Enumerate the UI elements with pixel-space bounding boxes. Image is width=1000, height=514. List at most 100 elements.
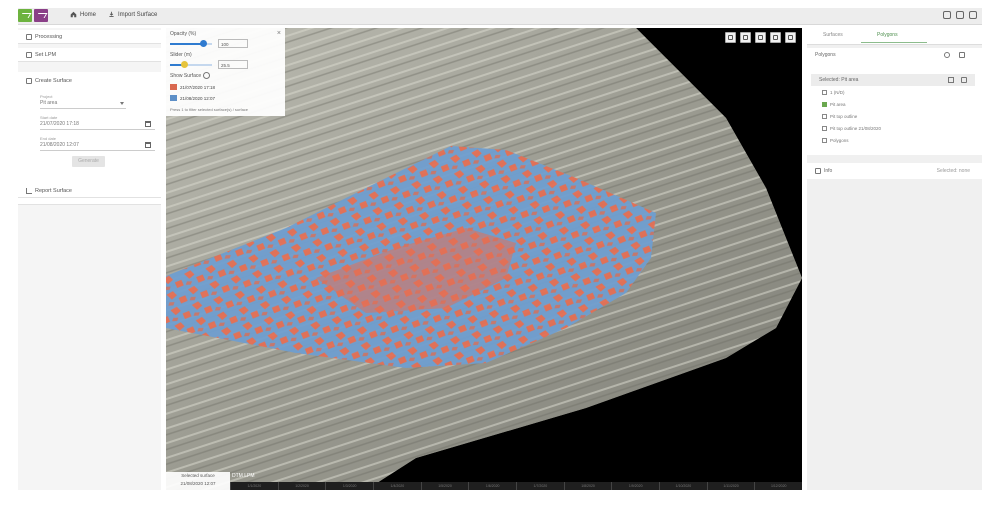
delete-icon[interactable] — [961, 77, 967, 83]
chevron-down-icon — [120, 102, 124, 105]
polygon-item[interactable]: Polygons — [822, 138, 849, 143]
polygon-item[interactable]: Pit top outline — [822, 114, 857, 119]
end-date-field[interactable]: 21/08/2020 12:07 — [40, 140, 155, 151]
selected-polygon-label: Selected: Pit area — [819, 77, 859, 83]
checkbox[interactable] — [822, 138, 827, 143]
polygon-item-label: 1 (N/D) — [830, 90, 845, 95]
create-surface-title: Create Surface — [35, 78, 72, 84]
timeline-label: DTM LPM — [232, 473, 255, 479]
timeline-tick[interactable]: 1/11/2020 — [706, 482, 755, 490]
timeline-tick[interactable]: 1/5/2020 — [420, 482, 469, 490]
home-view-icon[interactable] — [725, 32, 736, 43]
timeline-tick[interactable]: 1/12/2020 — [754, 482, 802, 490]
settings-icon[interactable] — [943, 11, 951, 19]
home-icon — [70, 11, 77, 18]
secondary-logo[interactable] — [34, 9, 48, 22]
calendar-icon[interactable] — [145, 142, 151, 148]
legend-swatch — [170, 95, 177, 101]
left-panel: Processing Set LPM Create Surface Projec… — [18, 28, 161, 490]
opacity-input[interactable]: 100 — [218, 39, 248, 48]
help-icon[interactable] — [956, 11, 964, 19]
tab-surfaces[interactable]: Surfaces — [823, 32, 843, 38]
calendar-icon[interactable] — [145, 121, 151, 127]
right-panel: Surfaces Polygons Polygons Selected: Pit… — [807, 28, 982, 490]
selected-polygon-header[interactable]: Selected: Pit area — [811, 74, 975, 86]
polygons-card: Polygons Selected: Pit area 1 (N/D) Pit … — [807, 48, 982, 155]
report-surface-label: Report Surface — [35, 187, 72, 194]
info-title: Info — [824, 168, 833, 174]
project-value: Pit area — [40, 100, 58, 106]
legend-item-end: 21/08/2020 12:07 — [170, 95, 215, 101]
polygon-item[interactable]: Pit area — [822, 102, 846, 107]
timeline-tick[interactable]: 1/1/2020 — [230, 482, 278, 490]
timeline-tick[interactable]: 1/8/2020 — [563, 482, 612, 490]
nav-home-label: Home — [80, 11, 97, 18]
set-lpm-label: Set LPM — [35, 51, 57, 58]
checkbox[interactable] — [822, 102, 827, 107]
close-icon[interactable]: × — [277, 30, 281, 37]
upload-icon[interactable] — [959, 52, 965, 58]
right-tabs: Surfaces Polygons — [807, 28, 982, 45]
timeline-bar[interactable]: 1/1/2020 1/2/2020 1/3/2020 1/4/2020 1/5/2020… — [230, 482, 802, 490]
app-logo[interactable] — [18, 9, 32, 22]
polygon-item[interactable]: 1 (N/D) — [822, 90, 845, 95]
timeline-tick[interactable]: 1/7/2020 — [516, 482, 564, 490]
polygon-item-label: Polygons — [830, 138, 849, 143]
user-icon[interactable] — [969, 11, 977, 19]
opacity-slider-fill — [170, 43, 204, 45]
legend-swatch — [170, 84, 177, 90]
radio-icon — [203, 72, 211, 79]
measure-icon[interactable] — [755, 32, 766, 43]
control-note: Press 1 to filter selected surface(s) / … — [170, 107, 249, 112]
nav-import-surface[interactable]: Import Surface — [108, 11, 157, 18]
show-surface-label: Show Surface — [170, 72, 202, 79]
set-lpm-row[interactable]: Set LPM — [18, 48, 161, 62]
surface-control-panel: × Opacity (%) 100 Slider (m) 25.5 Show S… — [166, 28, 285, 116]
timeline-tick[interactable]: 1/9/2020 — [611, 482, 659, 490]
checkbox[interactable] — [822, 90, 827, 95]
timeline-tick[interactable]: 1/4/2020 — [373, 482, 421, 490]
polygons-title: Polygons — [815, 52, 836, 58]
checkbox[interactable] — [822, 114, 827, 119]
3d-viewport[interactable]: × Opacity (%) 100 Slider (m) 25.5 Show S… — [166, 28, 802, 490]
checkbox[interactable] — [822, 126, 827, 131]
rotate-icon[interactable] — [740, 32, 751, 43]
create-surface-header[interactable]: Create Surface — [26, 78, 72, 84]
add-icon[interactable] — [944, 52, 950, 58]
viewport-toolbar — [725, 32, 796, 43]
show-surface-toggle[interactable]: Show Surface — [170, 72, 211, 79]
report-surface-row[interactable]: Report Surface — [18, 184, 161, 198]
fullscreen-icon[interactable] — [785, 32, 796, 43]
import-icon — [109, 11, 114, 18]
top-bar: Home Import Surface — [18, 8, 982, 25]
edit-icon[interactable] — [948, 77, 954, 83]
opacity-slider[interactable] — [170, 40, 212, 47]
project-select[interactable]: Pit area — [40, 98, 126, 109]
active-tab-indicator — [861, 42, 927, 43]
processing-label: Processing — [35, 33, 63, 40]
opacity-slider-knob[interactable] — [200, 40, 208, 47]
info-card[interactable]: Info Selected: none — [807, 163, 982, 179]
slider2-knob[interactable] — [181, 61, 189, 68]
timeline-tick[interactable]: 1/3/2020 — [325, 482, 373, 490]
timeline-tick[interactable]: 1/10/2020 — [659, 482, 707, 490]
legend-label: 21/08/2020 12:07 — [180, 95, 216, 101]
timeline-tick[interactable]: 1/2/2020 — [277, 482, 326, 490]
slider2-input[interactable]: 25.5 — [218, 60, 248, 69]
slider2[interactable] — [170, 61, 212, 68]
generate-button[interactable]: Generate — [72, 156, 105, 167]
timeline-tick[interactable]: 1/6/2020 — [468, 482, 516, 490]
selected-surface-title: Selected surface — [181, 473, 215, 478]
opacity-label: Opacity (%) — [170, 31, 197, 37]
processing-row[interactable]: Processing — [18, 30, 161, 44]
nav-home[interactable]: Home — [70, 11, 96, 18]
surface-icon — [26, 78, 32, 84]
selected-surface-date: 21/08/2020 12:07 — [180, 481, 216, 486]
polygon-item[interactable]: Pit top outline 21/08/2020 — [822, 126, 881, 131]
polygon-item-label: Pit top outline — [830, 114, 858, 119]
layers-icon — [26, 51, 32, 58]
start-date-field[interactable]: 21/07/2020 17:18 — [40, 119, 155, 130]
camera-icon[interactable] — [770, 32, 781, 43]
start-date-value: 21/07/2020 17:18 — [40, 121, 79, 127]
tab-polygons[interactable]: Polygons — [877, 32, 898, 38]
